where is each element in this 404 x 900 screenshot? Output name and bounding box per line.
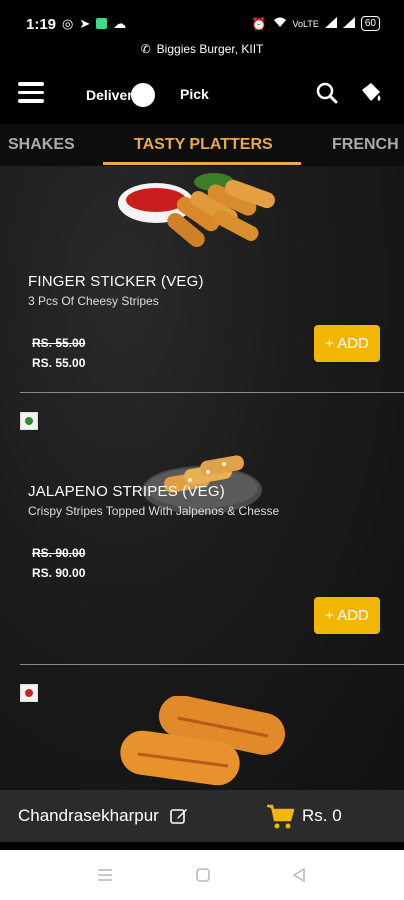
item-description: Crispy Stripes Topped With Jalpenos & Ch… [28, 504, 280, 518]
store-location-label: Biggies Burger, KIIT [156, 42, 264, 56]
veg-indicator-icon [20, 412, 38, 430]
home-icon[interactable] [194, 866, 212, 884]
item-divider [20, 664, 404, 665]
signal-icon [324, 16, 337, 31]
item-price: RS. 55.00 [32, 356, 86, 370]
cart-total[interactable]: Rs. 0 [302, 806, 342, 826]
back-icon[interactable] [290, 866, 308, 884]
app-bar: Deliver Pick [0, 62, 404, 124]
battery-icon: 60 [360, 16, 380, 31]
sausage-image [120, 696, 286, 786]
store-location[interactable]: ✆ Biggies Burger, KIIT [0, 42, 404, 56]
system-nav-bar [0, 850, 404, 900]
add-button[interactable]: + ADD [314, 325, 380, 362]
phone-icon: ✆ [140, 42, 151, 56]
tab-tasty-platters[interactable]: TASTY PLATTERS [134, 136, 273, 154]
deliver-label[interactable]: Deliver [86, 87, 133, 103]
tab-shakes[interactable]: SHAKES [8, 136, 75, 154]
item-name: FINGER STICKER (VEG) [28, 273, 204, 290]
edit-icon[interactable] [170, 807, 188, 825]
menu-item-card [0, 666, 404, 790]
system-icons: ⏰ VoLTE 60 [252, 16, 380, 31]
toggle-knob[interactable] [130, 83, 155, 107]
finger-sticks-image [118, 173, 275, 247]
cloud-icon: ☁ [113, 16, 127, 31]
status-bar: 1:19 ◎ ➤ ☁ ⏰ VoLTE 60 [0, 0, 404, 44]
volte-icon: VoLTE [292, 18, 319, 29]
item-original-price: RS. 55.00 [32, 336, 86, 350]
menu-list[interactable]: FINGER STICKER (VEG) 3 Pcs Of Cheesy Str… [0, 166, 404, 790]
menu-item-card: FINGER STICKER (VEG) 3 Pcs Of Cheesy Str… [0, 166, 404, 394]
area-name[interactable]: Chandrasekharpur [18, 806, 159, 826]
item-original-price: RS. 90.00 [32, 546, 86, 560]
item-price: RS. 90.00 [32, 566, 86, 580]
tab-french-fries[interactable]: FRENCH F [332, 136, 404, 154]
nonveg-indicator-icon [20, 684, 38, 702]
category-tabs: SHAKES TASTY PLATTERS FRENCH F [0, 124, 404, 166]
active-tab-indicator [103, 162, 301, 165]
wifi-icon [273, 16, 287, 31]
status-time: 1:19 [26, 16, 57, 33]
alarm-icon: ⏰ [251, 16, 267, 31]
item-description: 3 Pcs Of Cheesy Stripes [28, 294, 159, 308]
bucket-icon[interactable] [358, 80, 384, 106]
item-divider [20, 392, 404, 393]
pick-label[interactable]: Pick [180, 86, 209, 102]
app-icon [96, 18, 108, 29]
add-button[interactable]: + ADD [314, 597, 380, 634]
notification-icons: ◎ ➤ ☁ [62, 16, 126, 32]
delivery-mode-toggle[interactable]: Deliver [86, 83, 155, 107]
bottom-bar: Chandrasekharpur Rs. 0 [0, 790, 404, 842]
cart-icon[interactable] [266, 804, 295, 830]
signal-icon [342, 16, 355, 31]
whatsapp-icon: ◎ [62, 16, 74, 31]
search-icon[interactable] [316, 82, 338, 104]
menu-item-card: JALAPENO STRIPES (VEG) Crispy Stripes To… [0, 394, 404, 666]
recent-apps-icon[interactable] [96, 866, 114, 884]
menu-icon[interactable] [18, 82, 44, 103]
item-name: JALAPENO STRIPES (VEG) [28, 483, 225, 500]
telegram-icon: ➤ [79, 16, 91, 31]
